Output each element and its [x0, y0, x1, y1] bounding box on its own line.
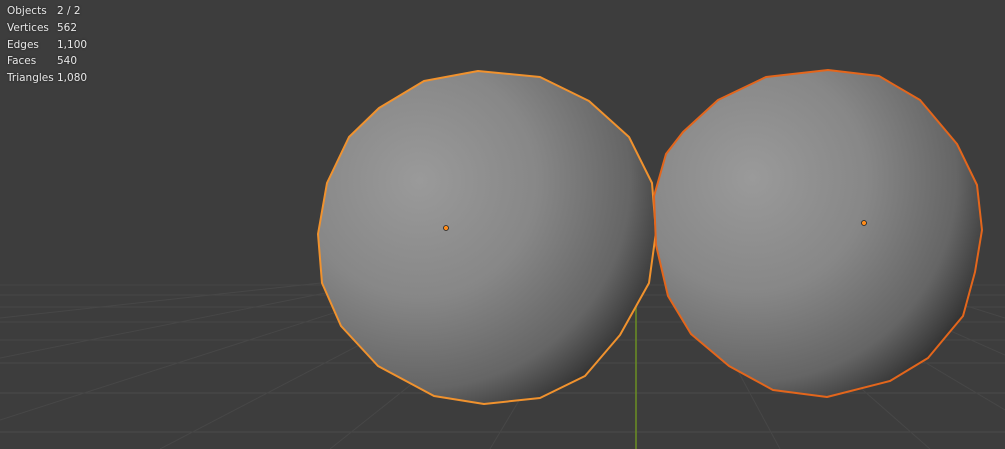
- stat-row-edges: Edges 1,100: [7, 37, 87, 54]
- stat-row-triangles: Triangles 1,080: [7, 70, 87, 87]
- stat-label: Triangles: [7, 72, 54, 85]
- stat-value: 540: [57, 55, 78, 68]
- stat-row-objects: Objects 2 / 2: [7, 3, 87, 20]
- origin-point-icon: [443, 225, 449, 231]
- stat-label: Objects: [7, 5, 47, 17]
- 3d-viewport[interactable]: Objects 2 / 2 Vertices 562 Edges 1,100 F…: [0, 0, 1005, 449]
- stat-value: 1,080: [57, 72, 88, 85]
- stat-value: 1,100: [57, 38, 88, 51]
- stat-label: Edges: [7, 38, 39, 51]
- stat-label: Vertices: [7, 21, 49, 34]
- sphere-active[interactable]: [653, 69, 983, 398]
- stat-row-faces: Faces 540: [7, 53, 87, 70]
- stat-value: 562: [57, 21, 78, 34]
- sphere-selected[interactable]: [317, 70, 657, 405]
- viewport-scene[interactable]: [0, 0, 1005, 449]
- stat-value: 2 / 2: [57, 5, 81, 17]
- stat-label: Faces: [7, 55, 37, 68]
- scene-statistics-overlay: Objects 2 / 2 Vertices 562 Edges 1,100 F…: [7, 3, 87, 87]
- origin-point-icon: [861, 220, 867, 226]
- stat-row-vertices: Vertices 562: [7, 20, 87, 37]
